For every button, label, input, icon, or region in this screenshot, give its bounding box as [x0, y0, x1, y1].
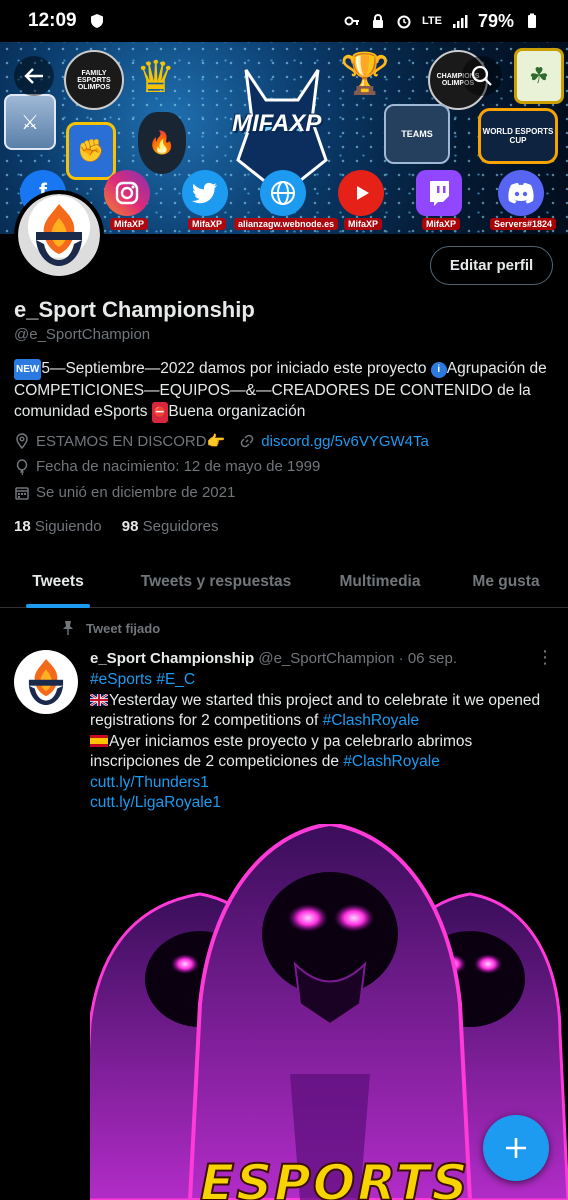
back-button[interactable] [14, 56, 54, 96]
profile-avatar[interactable] [14, 190, 104, 280]
link-icon [240, 434, 254, 448]
joined-text: Se unió en diciembre de 2021 [36, 484, 236, 501]
pin-icon [63, 621, 73, 635]
search-button[interactable] [462, 56, 502, 96]
tab-likes[interactable]: Me gusta [444, 556, 568, 608]
hashtag-clashroyale-en[interactable]: #ClashRoyale [323, 712, 420, 729]
twitter-icon [182, 170, 228, 216]
tab-tweets-replies[interactable]: Tweets y respuestas [116, 556, 316, 608]
tweet-text: #eSports #E_C Yesterday we started this … [90, 670, 560, 814]
location-text: ESTAMOS EN DISCORD👉 [36, 433, 226, 450]
tweet-author-name[interactable]: e_Sport Championship [90, 650, 254, 667]
profile-location-row: ESTAMOS EN DISCORD👉 discord.gg/5v6VYGW4T… [14, 432, 429, 450]
trophy-icon: 🏆 [340, 52, 390, 96]
calendar-icon [15, 486, 29, 500]
following-label: Siguiendo [34, 518, 102, 535]
emblem-logo: ☘ [514, 48, 564, 104]
bio-part3: Buena organización [168, 403, 306, 420]
profile-joined-row: Se unió en diciembre de 2021 [14, 484, 235, 501]
tweet-hashtags[interactable]: #eSports #E_C [90, 670, 560, 691]
following-count: 18 [14, 518, 31, 535]
teams-logo-text: TEAMS [401, 129, 433, 139]
crown-icon: ♛ [136, 53, 176, 102]
tweet-handle-date: @e_SportChampion · 06 sep. [258, 650, 458, 667]
tab-tweets[interactable]: Tweets [0, 556, 116, 608]
status-time: 12:09 [28, 10, 77, 31]
tweet-line-en: Yesterday we started this project and to… [90, 691, 560, 732]
flame-logo-icon [28, 658, 64, 706]
lock-icon [373, 14, 383, 28]
birthday-text: Fecha de nacimiento: 12 de mayo de 1999 [36, 458, 321, 475]
compose-tweet-button[interactable] [483, 1115, 549, 1181]
followers-link[interactable]: 98 Seguidores [122, 518, 219, 535]
clash-shield-logo: ⚔ [4, 94, 56, 150]
followers-count: 98 [121, 518, 139, 535]
uk-flag-icon [90, 693, 108, 706]
following-link[interactable]: 18 Siguiendo [14, 518, 102, 535]
battery-icon [528, 13, 536, 28]
profile-name: e_Sport Championship [14, 297, 255, 322]
new-badge-icon: NEW [14, 359, 42, 380]
back-arrow-icon [24, 68, 43, 84]
tweet-header: e_Sport Championship @e_SportChampion · … [90, 650, 457, 667]
profile-bio: NEW 5—Septiembre—2022 damos por iniciado … [14, 358, 559, 423]
location-pin-icon [16, 433, 28, 449]
championship-logo [18, 194, 100, 276]
youtube-label: MifaXP [344, 218, 383, 230]
twitter-label: MifaXP [188, 218, 227, 230]
olimpos-logo: FAMILY ESPORTS OLIMPOS [64, 50, 124, 110]
world-esports-cup-logo: WORLD ESPORTS CUP [478, 108, 558, 164]
balloon-icon [16, 458, 28, 475]
network-label: LTE [422, 15, 442, 27]
hashtag-clashroyale-es[interactable]: #ClashRoyale [343, 753, 440, 770]
edit-profile-button[interactable]: Editar perfil [430, 246, 553, 285]
youtube-icon [338, 170, 384, 216]
bio-part1: 5—Septiembre—2022 damos por iniciado est… [41, 360, 431, 377]
plus-icon [506, 1138, 526, 1158]
red-banner-icon: ⛔ [151, 402, 169, 423]
status-bar: 12:09 LTE 79% [0, 0, 568, 42]
tweet-line-es: Ayer iniciamos este proyecto y pa celebr… [90, 732, 560, 773]
esports-title: ESPORTS [199, 1153, 470, 1200]
discord-label: Servers#1824 [490, 218, 557, 230]
tweet-text-en: Yesterday we started this project and to… [90, 691, 541, 730]
search-icon [471, 65, 492, 86]
pinned-label: Tweet fijado [86, 620, 161, 636]
followers-label: Seguidores [142, 518, 219, 535]
globe-icon [260, 170, 306, 216]
profile-handle: @e_SportChampion [14, 326, 151, 343]
signal-icon [452, 15, 468, 28]
discord-icon [498, 170, 544, 216]
profile-birthday-row: Fecha de nacimiento: 12 de mayo de 1999 [14, 458, 320, 475]
alarm-icon [397, 15, 411, 29]
teams-logo: TEAMS [384, 104, 450, 164]
website-label: alianzagw.webnode.es [234, 218, 339, 230]
key-icon [344, 16, 359, 26]
twitch-icon [416, 170, 462, 216]
olimpos-logo-text: FAMILY ESPORTS OLIMPOS [77, 69, 111, 91]
info-icon: i [430, 362, 447, 378]
pinned-indicator: Tweet fijado [60, 620, 160, 636]
flame-helmet-logo: 🔥 [138, 112, 186, 174]
twitch-label: MifaXP [422, 218, 461, 230]
tweet-link-1[interactable]: cutt.ly/Thunders1 [90, 773, 560, 794]
instagram-label: MifaXP [110, 218, 149, 230]
tweet-link-2[interactable]: cutt.ly/LigaRoyale1 [90, 793, 560, 814]
tweet-author-avatar[interactable] [14, 650, 78, 714]
shield-icon [90, 14, 103, 28]
tab-media[interactable]: Multimedia [316, 556, 444, 608]
flame-logo-icon [36, 204, 82, 266]
follow-stats: 18 Siguiendo 98 Seguidores [14, 518, 219, 535]
instagram-icon [104, 170, 150, 216]
world-esports-cup-text: WORLD ESPORTS CUP [482, 127, 554, 145]
profile-tabs: Tweets Tweets y respuestas Multimedia Me… [0, 556, 568, 608]
battery-percent: 79% [477, 10, 514, 31]
profile-link[interactable]: discord.gg/5v6VYGW4Ta [261, 433, 429, 450]
more-options-icon[interactable]: ⋮ [536, 648, 554, 666]
spain-flag-icon [90, 734, 108, 747]
mifaxp-text: MIFAXP [232, 110, 322, 137]
